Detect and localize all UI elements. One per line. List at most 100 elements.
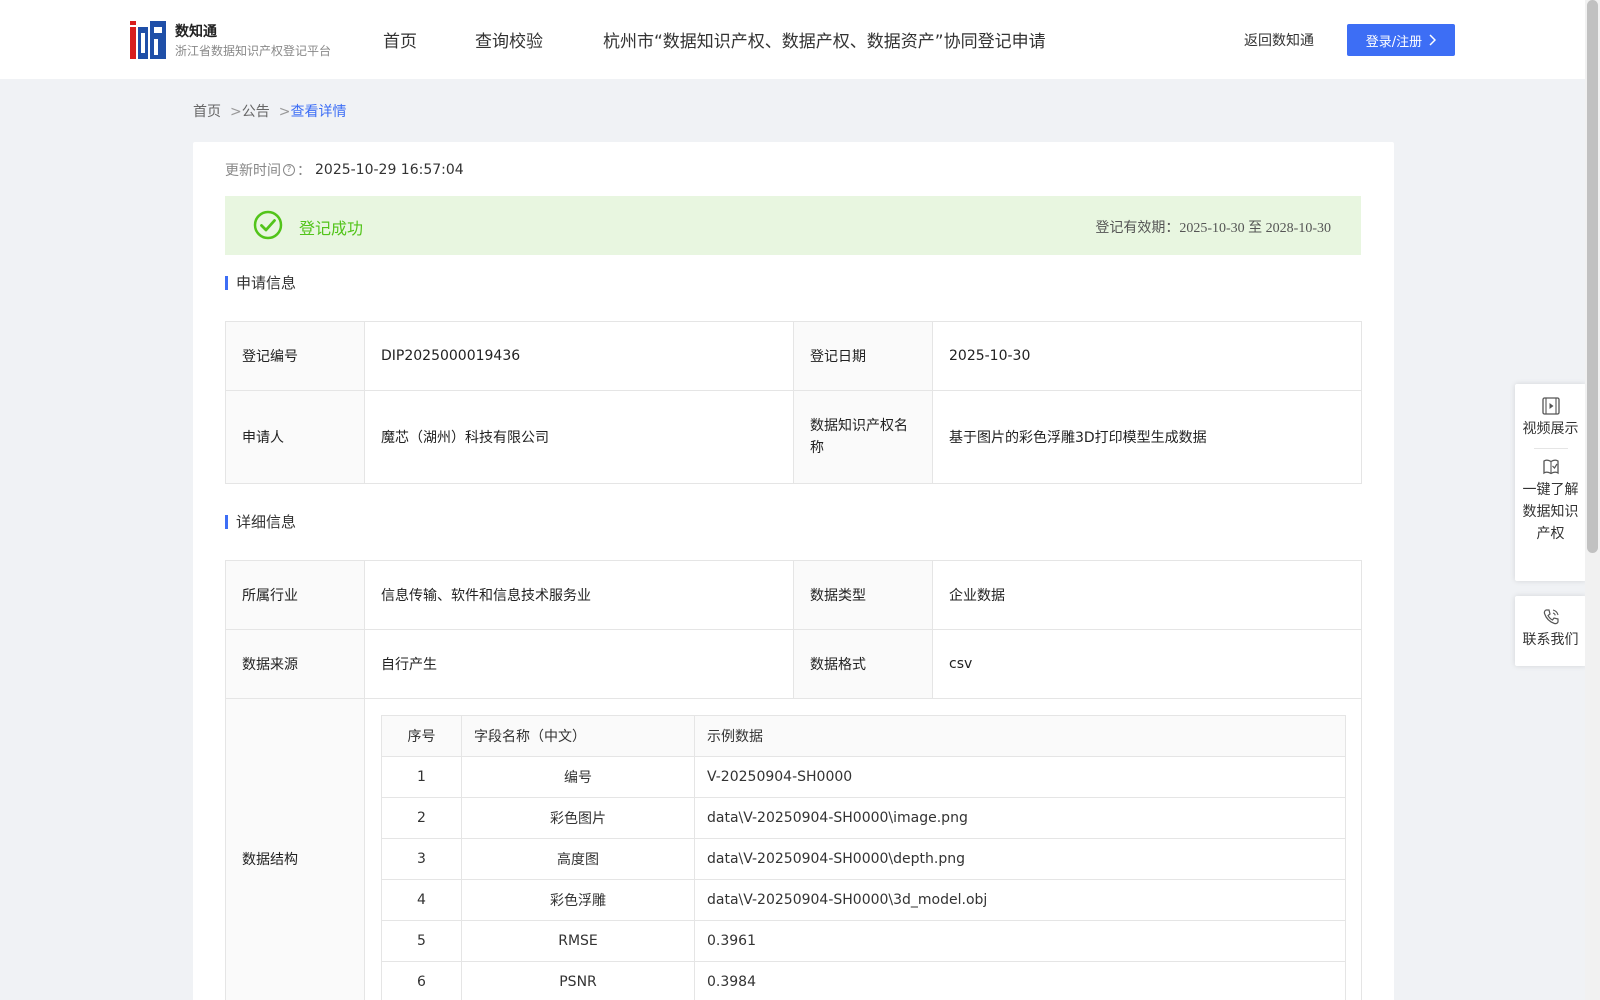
sample-data: data\V-20250904-SH0000\depth.png — [694, 838, 1346, 880]
sample-data: data\V-20250904-SH0000\image.png — [694, 797, 1346, 839]
video-icon — [1541, 397, 1560, 415]
field-name: 彩色图片 — [461, 797, 695, 839]
float-contact-panel: 联系我们 — [1515, 596, 1586, 666]
field-name: RMSE — [461, 920, 695, 962]
source-value: 自行产生 — [364, 629, 794, 699]
section-detail-info: 详细信息 — [225, 511, 296, 532]
section-application-info: 申请信息 — [225, 272, 296, 293]
table-row: 申请人 魔芯（湖州）科技有限公司 数据知识产权名称 基于图片的彩色浮雕3D打印模… — [225, 390, 1362, 484]
breadcrumb: 首页 >公告 >查看详情 — [193, 101, 346, 121]
data-type-label: 数据类型 — [793, 560, 933, 630]
book-icon — [1542, 459, 1559, 475]
learn-data-ip-label: 一键了解数据知识产权 — [1522, 482, 1579, 542]
phone-icon — [1543, 609, 1559, 625]
row-index: 6 — [381, 961, 462, 1000]
breadcrumb-current: 查看详情 — [290, 104, 347, 120]
brand-name: 数知通 — [175, 24, 217, 40]
nav-home[interactable]: 首页 — [383, 27, 417, 52]
row-index: 5 — [381, 920, 462, 962]
table-row: 5 RMSE 0.3961 — [381, 920, 1346, 962]
scrollbar-thumb[interactable] — [1587, 0, 1598, 553]
breadcrumb-notice[interactable]: 公告 — [242, 104, 270, 120]
field-name: 彩色浮雕 — [461, 879, 695, 921]
breadcrumb-separator: > — [278, 104, 291, 120]
brand-subtitle: 浙江省数据知识产权登记平台 — [175, 44, 332, 58]
sample-data: 0.3961 — [694, 920, 1346, 962]
contact-us-button[interactable]: 联系我们 — [1515, 607, 1586, 651]
column-header: 序号 — [381, 715, 462, 757]
table-row: 3 高度图 data\V-20250904-SH0000\depth.png — [381, 838, 1346, 880]
source-label: 数据来源 — [225, 629, 365, 699]
section-title-text: 详细信息 — [236, 513, 297, 531]
row-index: 2 — [381, 797, 462, 839]
status-text: 登记成功 — [299, 219, 364, 238]
breadcrumb-separator: > — [230, 104, 242, 120]
field-name: 编号 — [461, 756, 695, 798]
login-register-button[interactable]: 登录/注册 — [1347, 24, 1455, 56]
application-info-table: 登记编号 DIP2025000019436 登记日期 2025-10-30 申请… — [225, 321, 1362, 484]
chevron-right-icon — [1429, 34, 1437, 46]
detail-info-table: 所属行业 信息传输、软件和信息技术服务业 数据类型 企业数据 数据来源 自行产生… — [225, 560, 1362, 1000]
section-marker — [225, 275, 228, 290]
section-title-text: 申请信息 — [236, 274, 297, 292]
row-index: 1 — [381, 756, 462, 798]
back-to-shuzhitong-link[interactable]: 返回数知通 — [1244, 30, 1314, 50]
reg-no-value: DIP2025000019436 — [364, 321, 794, 391]
row-index: 3 — [381, 838, 462, 880]
platform-logo-icon[interactable] — [130, 21, 166, 59]
applicant-label: 申请人 — [225, 390, 365, 484]
field-name: 高度图 — [461, 838, 695, 880]
data-type-value: 企业数据 — [932, 560, 1362, 630]
update-time-row: 更新时间 ? ： 2025-10-29 16:57:04 — [225, 160, 464, 180]
data-structure-table: 序号 字段名称（中文） 示例数据 1 编号 V-20250904-SH0000 … — [381, 715, 1346, 1000]
table-header-row: 序号 字段名称（中文） 示例数据 — [381, 715, 1346, 757]
login-register-label: 登录/注册 — [1365, 34, 1423, 50]
sample-data: V-20250904-SH0000 — [694, 756, 1346, 798]
column-header: 字段名称（中文） — [461, 715, 695, 757]
format-value: csv — [932, 629, 1362, 699]
validity-label: 登记有效期： — [1095, 220, 1180, 236]
sample-data: data\V-20250904-SH0000\3d_model.obj — [694, 879, 1346, 921]
video-showcase-button[interactable]: 视频展示 — [1515, 396, 1586, 440]
learn-data-ip-button[interactable]: 一键了解数据知识产权 — [1515, 457, 1586, 545]
update-time-label: 更新时间 — [225, 163, 281, 179]
help-question-icon[interactable]: ? — [283, 164, 295, 176]
breadcrumb-home[interactable]: 首页 — [193, 104, 221, 120]
validity-dates: 2025-10-30 至 2028-10-30 — [1179, 221, 1331, 236]
format-label: 数据格式 — [793, 629, 933, 699]
table-row: 2 彩色图片 data\V-20250904-SH0000\image.png — [381, 797, 1346, 839]
update-time-colon: ： — [297, 163, 311, 179]
divider — [1533, 448, 1568, 449]
ip-name-value: 基于图片的彩色浮雕3D打印模型生成数据 — [932, 390, 1362, 484]
reg-date-value: 2025-10-30 — [932, 321, 1362, 391]
section-marker — [225, 514, 228, 529]
row-index: 4 — [381, 879, 462, 921]
column-header: 示例数据 — [694, 715, 1346, 757]
structure-label: 数据结构 — [225, 698, 365, 1000]
table-row: 数据结构 序号 字段名称（中文） 示例数据 1 编号 V-20250904-SH… — [225, 698, 1362, 1000]
float-help-panel: 视频展示 一键了解数据知识产权 — [1515, 384, 1586, 581]
top-header: 数知通 浙江省数据知识产权登记平台 首页 查询校验 杭州市“数据知识产权、数据产… — [0, 0, 1585, 79]
table-row: 数据来源 自行产生 数据格式 csv — [225, 629, 1362, 699]
validity-period: 登记有效期：2025-10-30 至 2028-10-30 — [1095, 217, 1331, 237]
table-row: 6 PSNR 0.3984 — [381, 961, 1346, 1000]
industry-value: 信息传输、软件和信息技术服务业 — [364, 560, 794, 630]
contact-us-label: 联系我们 — [1522, 632, 1579, 648]
sample-data: 0.3984 — [694, 961, 1346, 1000]
table-row: 所属行业 信息传输、软件和信息技术服务业 数据类型 企业数据 — [225, 560, 1362, 630]
nav-hangzhou-registration[interactable]: 杭州市“数据知识产权、数据产权、数据资产”协同登记申请 — [603, 27, 1046, 52]
table-row: 1 编号 V-20250904-SH0000 — [381, 756, 1346, 798]
page-scrollbar[interactable] — [1585, 0, 1600, 1000]
ip-name-label: 数据知识产权名称 — [793, 390, 933, 484]
reg-no-label: 登记编号 — [225, 321, 365, 391]
field-name: PSNR — [461, 961, 695, 1000]
video-showcase-label: 视频展示 — [1522, 421, 1579, 437]
detail-card: 更新时间 ? ： 2025-10-29 16:57:04 登记成功 登记有效期：… — [193, 142, 1394, 1000]
applicant-value: 魔芯（湖州）科技有限公司 — [364, 390, 794, 484]
update-time-value: 2025-10-29 16:57:04 — [315, 162, 464, 178]
reg-date-label: 登记日期 — [793, 321, 933, 391]
check-circle-icon — [253, 210, 283, 240]
table-row: 4 彩色浮雕 data\V-20250904-SH0000\3d_model.o… — [381, 879, 1346, 921]
nav-query-verify[interactable]: 查询校验 — [475, 27, 543, 52]
industry-label: 所属行业 — [225, 560, 365, 630]
